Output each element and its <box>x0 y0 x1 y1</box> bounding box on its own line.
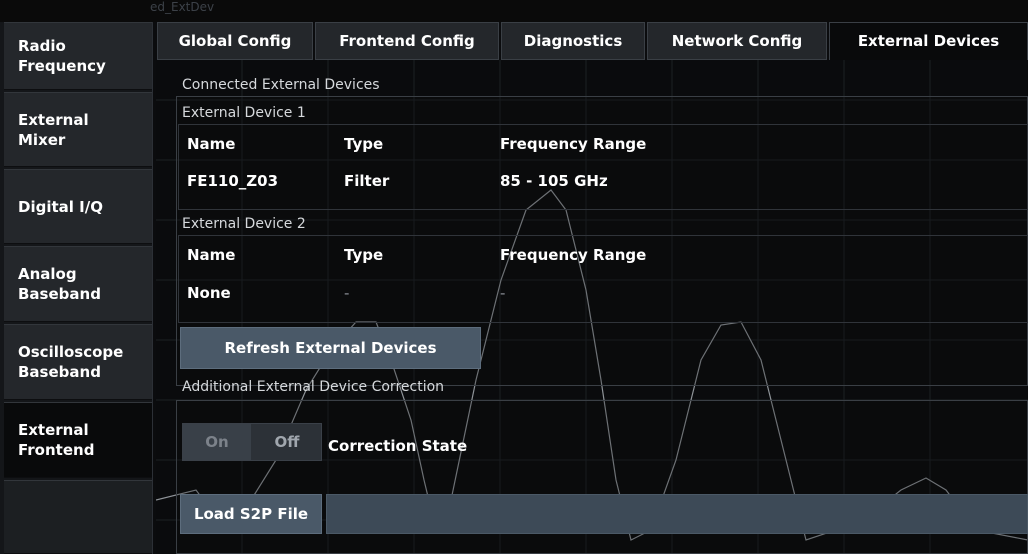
device-1-freq-header: Frequency Range <box>500 135 647 153</box>
correction-state-toggle[interactable]: On Off <box>182 423 322 461</box>
s2p-file-path-field[interactable] <box>326 494 1028 534</box>
device-2-title: External Device 2 <box>182 216 306 232</box>
sidebar-item-label: External Mixer <box>18 110 89 149</box>
sidebar-item-label: Radio Frequency <box>18 37 106 75</box>
tab-network-config[interactable]: Network Config <box>647 22 827 60</box>
input-source-sidebar: Radio Frequency External Mixer Digital I… <box>0 22 153 554</box>
correction-section-label: Additional External Device Correction <box>182 379 445 395</box>
device-1-title: External Device 1 <box>182 105 306 121</box>
device-1-type-header: Type <box>344 135 384 153</box>
application-window: ed_ExtDev Radio Frequency External Mixer… <box>0 0 1028 554</box>
sidebar-item-label: Analog Baseband <box>18 265 101 303</box>
title-strip: ed_ExtDev <box>0 0 1028 22</box>
tab-external-devices[interactable]: External Devices <box>829 22 1028 60</box>
device-2-type-header: Type <box>344 246 384 264</box>
refresh-external-devices-button[interactable]: Refresh External Devices <box>180 327 481 369</box>
toggle-off[interactable]: Off <box>253 424 321 460</box>
external-devices-panel: Connected External Devices External Devi… <box>156 60 1028 554</box>
sidebar-item-oscilloscope-baseband[interactable]: Oscilloscope Baseband <box>4 324 152 400</box>
toggle-on[interactable]: On <box>183 424 251 460</box>
tab-frontend-config[interactable]: Frontend Config <box>315 22 499 60</box>
sidebar-item-empty <box>4 480 152 554</box>
device-2-freq-header: Frequency Range <box>500 246 647 264</box>
load-s2p-file-button[interactable]: Load S2P File <box>180 494 322 534</box>
tab-bar: Global Config Frontend Config Diagnostic… <box>157 22 1028 60</box>
tab-global-config[interactable]: Global Config <box>157 22 313 60</box>
device-2-type-value: - <box>344 284 350 302</box>
sidebar-item-label: Digital I/Q <box>18 197 103 216</box>
device-2-freq-value: - <box>500 284 506 302</box>
device-1-type-value: Filter <box>344 172 390 190</box>
device-2-name-value: None <box>187 284 231 302</box>
connected-devices-label: Connected External Devices <box>182 77 380 93</box>
window-title: ed_ExtDev <box>150 0 215 14</box>
device-1-name-value: FE110_Z03 <box>187 172 279 190</box>
sidebar-item-analog-baseband[interactable]: Analog Baseband <box>4 246 152 322</box>
device-2-name-header: Name <box>187 246 236 264</box>
sidebar-item-digital-iq[interactable]: Digital I/Q <box>4 169 152 244</box>
sidebar-item-external-frontend[interactable]: External Frontend <box>4 402 152 478</box>
device-1-freq-value: 85 - 105 GHz <box>500 172 608 190</box>
sidebar-item-label: Oscilloscope Baseband <box>18 343 124 381</box>
sidebar-item-label: External Frontend <box>18 421 95 459</box>
sidebar-item-external-mixer[interactable]: External Mixer <box>4 92 152 167</box>
correction-state-label: Correction State <box>328 437 468 455</box>
tab-diagnostics[interactable]: Diagnostics <box>501 22 645 60</box>
device-1-name-header: Name <box>187 135 236 153</box>
sidebar-item-radio-frequency[interactable]: Radio Frequency <box>4 22 152 90</box>
